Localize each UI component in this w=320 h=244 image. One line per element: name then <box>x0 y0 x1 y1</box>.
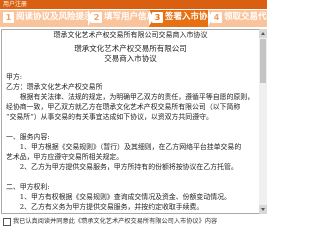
step-1: 1 阅读协议及风险提示 <box>0 10 88 27</box>
document-scrollbar[interactable] <box>259 29 267 214</box>
scroll-up-arrow-icon[interactable] <box>259 29 267 38</box>
document-line: 2、乙方为甲方提供交易服务，甲方所持有的份额将按协议在乙方托管。 <box>6 163 238 171</box>
document-line: 艺术品，甲方应遵守交易所相关规定。 <box>6 153 124 161</box>
step-1-label: 阅读协议及风险提示 <box>16 12 88 22</box>
agreement-document[interactable]: 瓒承文化艺术产权交易所有限公司交易商入市协议 瓒承文化艺术产权交易所有限公司 交… <box>1 29 260 214</box>
title-bar: 用户注册 <box>0 0 267 9</box>
step-progress-bar: 1阅读协议及风险提示 2填写用户信息 3签署入市协议 4领取交易代码 <box>0 10 267 27</box>
document-line: 2、乙方有义务为甲方提供交易服务，并按约定收取手续费。 <box>6 203 204 211</box>
document-line: 1、甲方根据《交易规则》（暂行）及其细则，在乙方网络平台挂单交易的 <box>6 143 242 151</box>
step-3-active: 3签署入市协议 <box>149 10 208 27</box>
document-line: 甲方: <box>6 73 23 81</box>
step-2: 2填写用户信息 <box>88 10 149 27</box>
agreement-confirm-row: 我已认真阅读并同意此《瓒承文化艺术产权交易所有限公司入市协议》内容 <box>0 216 267 228</box>
scroll-thumb[interactable] <box>260 39 266 83</box>
document-header: 瓒承文化艺术产权交易所有限公司交易商入市协议 <box>53 31 208 39</box>
step-separator-arrow-icon <box>208 10 213 26</box>
document-title-agreement: 交易商入市协议 <box>104 54 157 63</box>
document-line: 二、甲方权利: <box>6 183 50 191</box>
agree-checkbox[interactable] <box>3 218 11 226</box>
step-separator-arrow-icon <box>149 10 154 26</box>
document-line: 乙方：瓒承文化艺术产权交易所 <box>6 83 103 91</box>
agree-label[interactable]: 我已认真阅读并同意此《瓒承文化艺术产权交易所有限公司入市协议》内容 <box>13 216 217 228</box>
step-4: 4领取交易代码 <box>208 10 267 27</box>
step-1-number: 1 <box>3 12 14 23</box>
window-title: 用户注册 <box>3 1 28 8</box>
document-line: 根据有关法律、法规的规定，为明确甲乙双方的责任，遵循平等自愿的原则， <box>6 93 255 101</box>
step-separator-arrow-icon <box>88 10 93 26</box>
document-title-company: 瓒承文化艺术产权交易所有限公司 <box>74 44 187 53</box>
document-line: 经协商一致，甲乙双方就乙方在瓒承文化艺术产权交易所有限公司（以下简称 <box>6 103 241 111</box>
document-line: “交易所”）从事交易的有关事宜达成如下协议，以资双方共同遵守。 <box>6 113 213 121</box>
step-2-label: 填写用户信息 <box>104 12 149 22</box>
step-3-label: 签署入市协议 <box>165 12 208 22</box>
scroll-down-arrow-icon[interactable] <box>259 205 267 214</box>
document-line: 一、服务内容: <box>6 133 50 141</box>
document-line: 1、甲方有权根据《交易规则》查询成交情况及资金、份额变动情况。 <box>6 193 231 201</box>
step-4-label: 领取交易代码 <box>224 12 267 22</box>
